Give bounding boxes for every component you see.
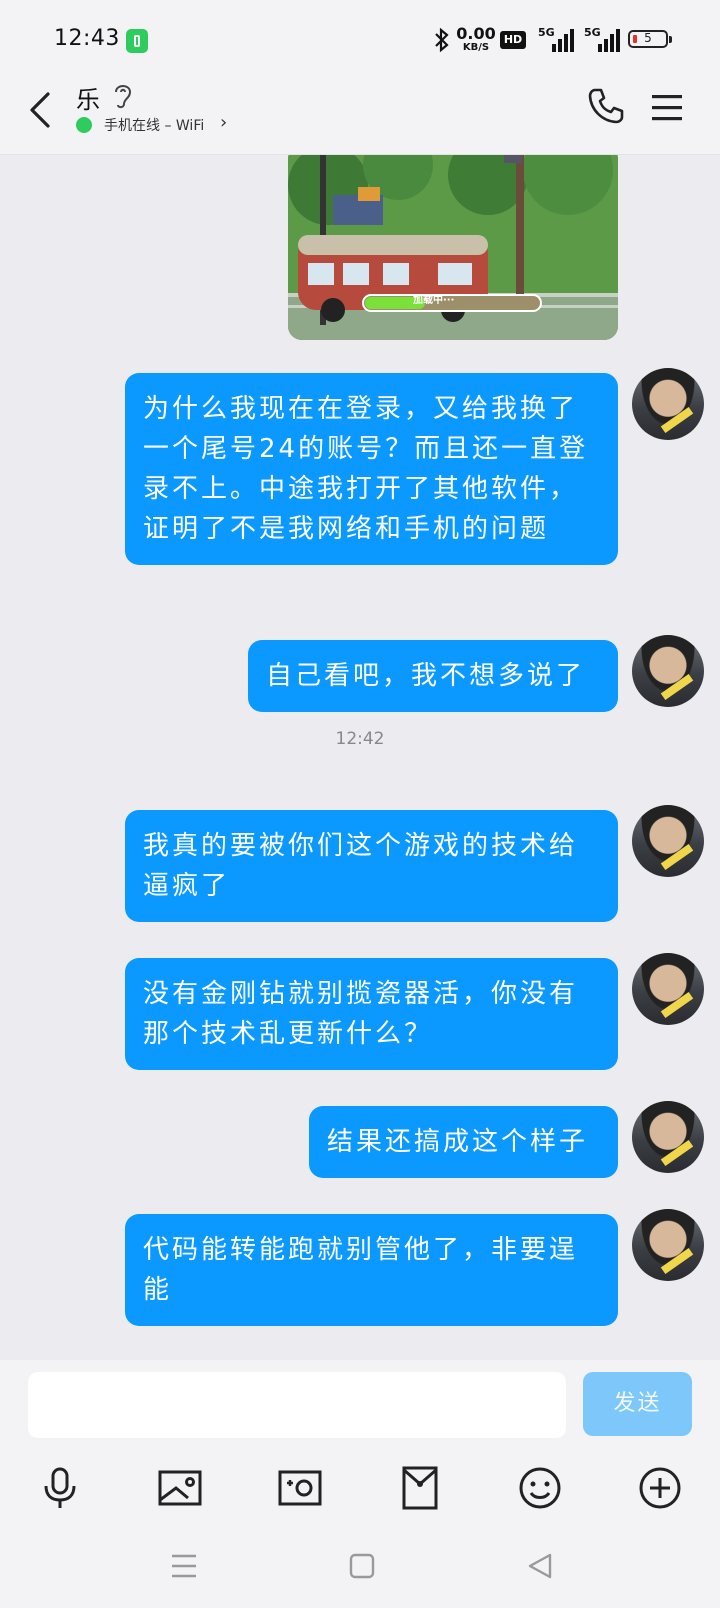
- nav-back-button[interactable]: [522, 1548, 558, 1584]
- camera-button[interactable]: [276, 1464, 324, 1512]
- message-bubble[interactable]: 我真的要被你们这个游戏的技术给逼疯了: [125, 810, 618, 922]
- contact-name[interactable]: 乐: [76, 80, 100, 115]
- loading-overlay-text: 加载中···: [413, 295, 455, 306]
- triangle-back-icon: [528, 1553, 552, 1579]
- message-bubble[interactable]: 为什么我现在在登录，又给我换了一个尾号24的账号？而且还一直登录不上。中途我打开…: [125, 373, 618, 565]
- red-envelope-icon: [402, 1466, 438, 1510]
- time-divider: 12:42: [335, 729, 385, 749]
- emoji-icon: [519, 1467, 561, 1509]
- bluetooth-icon: [434, 27, 450, 58]
- chevron-right-icon[interactable]: ›: [220, 112, 227, 133]
- input-panel: 发送: [0, 1360, 720, 1608]
- my-avatar[interactable]: [632, 1101, 704, 1173]
- red-packet-button[interactable]: [396, 1464, 444, 1512]
- sent-game-screenshot[interactable]: 加载中···: [288, 155, 618, 340]
- message-bubble[interactable]: 没有金刚钻就别揽瓷器活，你没有那个技术乱更新什么？: [125, 958, 618, 1070]
- battery-icon: 5: [628, 30, 672, 48]
- sim2-network-type: 5G: [584, 26, 601, 39]
- battery-level: 5: [644, 31, 652, 45]
- earpiece-mode-icon[interactable]: [110, 80, 136, 112]
- menu-lines-icon: [172, 1554, 196, 1578]
- signal-sim2-icon: 5G: [584, 26, 620, 54]
- message-input[interactable]: [28, 1372, 566, 1438]
- square-home-icon: [349, 1553, 375, 1579]
- message-bubble[interactable]: 结果还搞成这个样子: [309, 1106, 618, 1178]
- online-status-text[interactable]: 手机在线 – WiFi: [104, 115, 204, 135]
- my-avatar[interactable]: [632, 368, 704, 440]
- camera-icon: [278, 1470, 322, 1506]
- nav-recents-button[interactable]: [166, 1548, 202, 1584]
- hd-voice-icon: HD: [500, 31, 526, 49]
- battery-saver-icon: [126, 29, 148, 53]
- message-bubble[interactable]: 自己看吧，我不想多说了: [248, 640, 618, 712]
- my-avatar[interactable]: [632, 953, 704, 1025]
- send-button[interactable]: 发送: [583, 1372, 692, 1436]
- microphone-icon: [44, 1467, 76, 1508]
- photo-album-button[interactable]: [156, 1464, 204, 1512]
- network-speed-value: 0.00: [456, 24, 496, 43]
- network-speed-unit: KB/S: [462, 42, 490, 53]
- my-avatar[interactable]: [632, 805, 704, 877]
- back-button[interactable]: [22, 88, 62, 132]
- message-bubble[interactable]: 代码能转能跑就别管他了，非要逞能: [125, 1214, 618, 1326]
- network-speed: 0.00 KB/S: [456, 26, 496, 53]
- image-icon: [158, 1470, 202, 1506]
- phone-call-button[interactable]: [586, 86, 626, 126]
- more-menu-button[interactable]: [650, 90, 686, 124]
- emoji-button[interactable]: [516, 1464, 564, 1512]
- sim1-network-type: 5G: [538, 26, 555, 39]
- online-status-dot: [76, 117, 92, 133]
- plus-circle-icon: [639, 1467, 681, 1509]
- chat-header: 乐 手机在线 – WiFi ›: [0, 76, 720, 155]
- status-bar: 12:43 0.00 KB/S HD 5G 5G 5: [0, 0, 720, 76]
- my-avatar[interactable]: [632, 1209, 704, 1281]
- status-time: 12:43: [54, 26, 120, 51]
- more-plus-button[interactable]: [636, 1464, 684, 1512]
- my-avatar[interactable]: [632, 635, 704, 707]
- signal-sim1-icon: 5G: [538, 26, 574, 54]
- voice-button[interactable]: [36, 1464, 84, 1512]
- nav-home-button[interactable]: [344, 1548, 380, 1584]
- chat-list[interactable]: 加载中··· 为什么我现在在登录，又给我换了一个尾号24的账号？而且还一直登录不…: [0, 155, 720, 1360]
